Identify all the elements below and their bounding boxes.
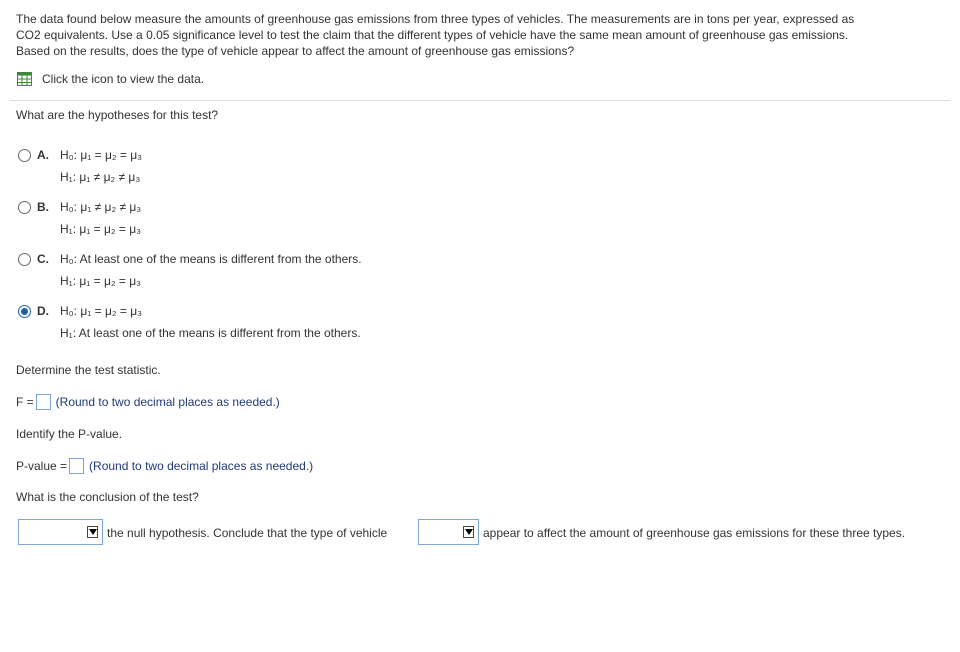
radio-choice-d[interactable] — [18, 305, 31, 318]
choice-d-h1: H₁: At least one of the means is differe… — [60, 326, 361, 340]
p-value-hint: (Round to two decimal places as needed.) — [89, 459, 314, 473]
choice-a-h1: H₁: μ₁ ≠ μ₂ ≠ μ₃ — [60, 170, 141, 184]
radio-choice-b[interactable] — [18, 201, 31, 214]
statistic-question: Determine the test statistic. — [16, 363, 161, 377]
divider — [10, 100, 950, 101]
conclusion-text-2: appear to affect the amount of greenhous… — [483, 526, 906, 540]
conclusion-text-1: the null hypothesis. Conclude that the t… — [107, 526, 388, 540]
problem-statement: The data found below measure the amounts… — [16, 11, 936, 59]
choice-d-letter: D. — [37, 304, 49, 318]
view-data-link[interactable]: Click the icon to view the data. — [17, 71, 204, 87]
choice-c-h1: H₁: μ₁ = μ₂ = μ₃ — [60, 274, 142, 288]
hypotheses-question: What are the hypotheses for this test? — [16, 108, 219, 122]
reject-decision-dropdown[interactable] — [18, 519, 103, 545]
dropdown-arrow-icon[interactable] — [87, 526, 98, 538]
pvalue-question: Identify the P-value. — [16, 427, 123, 441]
table-grid-icon[interactable] — [17, 72, 32, 86]
f-label: F = — [16, 395, 34, 409]
choice-b-h1: H₁: μ₁ = μ₂ = μ₃ — [60, 222, 142, 236]
p-value-input[interactable] — [69, 458, 85, 474]
f-hint: (Round to two decimal places as needed.) — [55, 395, 280, 409]
dropdown-arrow-icon[interactable] — [463, 526, 474, 538]
intro-line-1: The data found below measure the amounts… — [16, 12, 855, 26]
choice-a-h0: H₀: μ₁ = μ₂ = μ₃ — [60, 148, 143, 162]
conclusion-question: What is the conclusion of the test? — [16, 490, 199, 504]
does-affect-dropdown[interactable] — [418, 519, 479, 545]
choice-c-letter: C. — [37, 252, 49, 266]
choice-a-letter: A. — [37, 148, 49, 162]
p-value-label: P-value = — [16, 459, 68, 473]
radio-choice-c[interactable] — [18, 253, 31, 266]
intro-line-2: CO2 equivalents. Use a 0.05 significance… — [16, 28, 849, 42]
radio-choice-a[interactable] — [18, 149, 31, 162]
choice-d-h0: H₀: μ₁ = μ₂ = μ₃ — [60, 304, 143, 318]
choice-b-letter: B. — [37, 200, 49, 214]
f-statistic-row: F = (Round to two decimal places as need… — [16, 394, 280, 410]
choice-b-h0: H₀: μ₁ ≠ μ₂ ≠ μ₃ — [60, 200, 142, 214]
choice-c-h0: H₀: At least one of the means is differe… — [60, 252, 362, 266]
intro-line-3: Based on the results, does the type of v… — [16, 44, 575, 58]
view-data-label[interactable]: Click the icon to view the data. — [42, 72, 204, 86]
p-value-row: P-value = (Round to two decimal places a… — [16, 458, 313, 474]
f-input[interactable] — [35, 394, 51, 410]
